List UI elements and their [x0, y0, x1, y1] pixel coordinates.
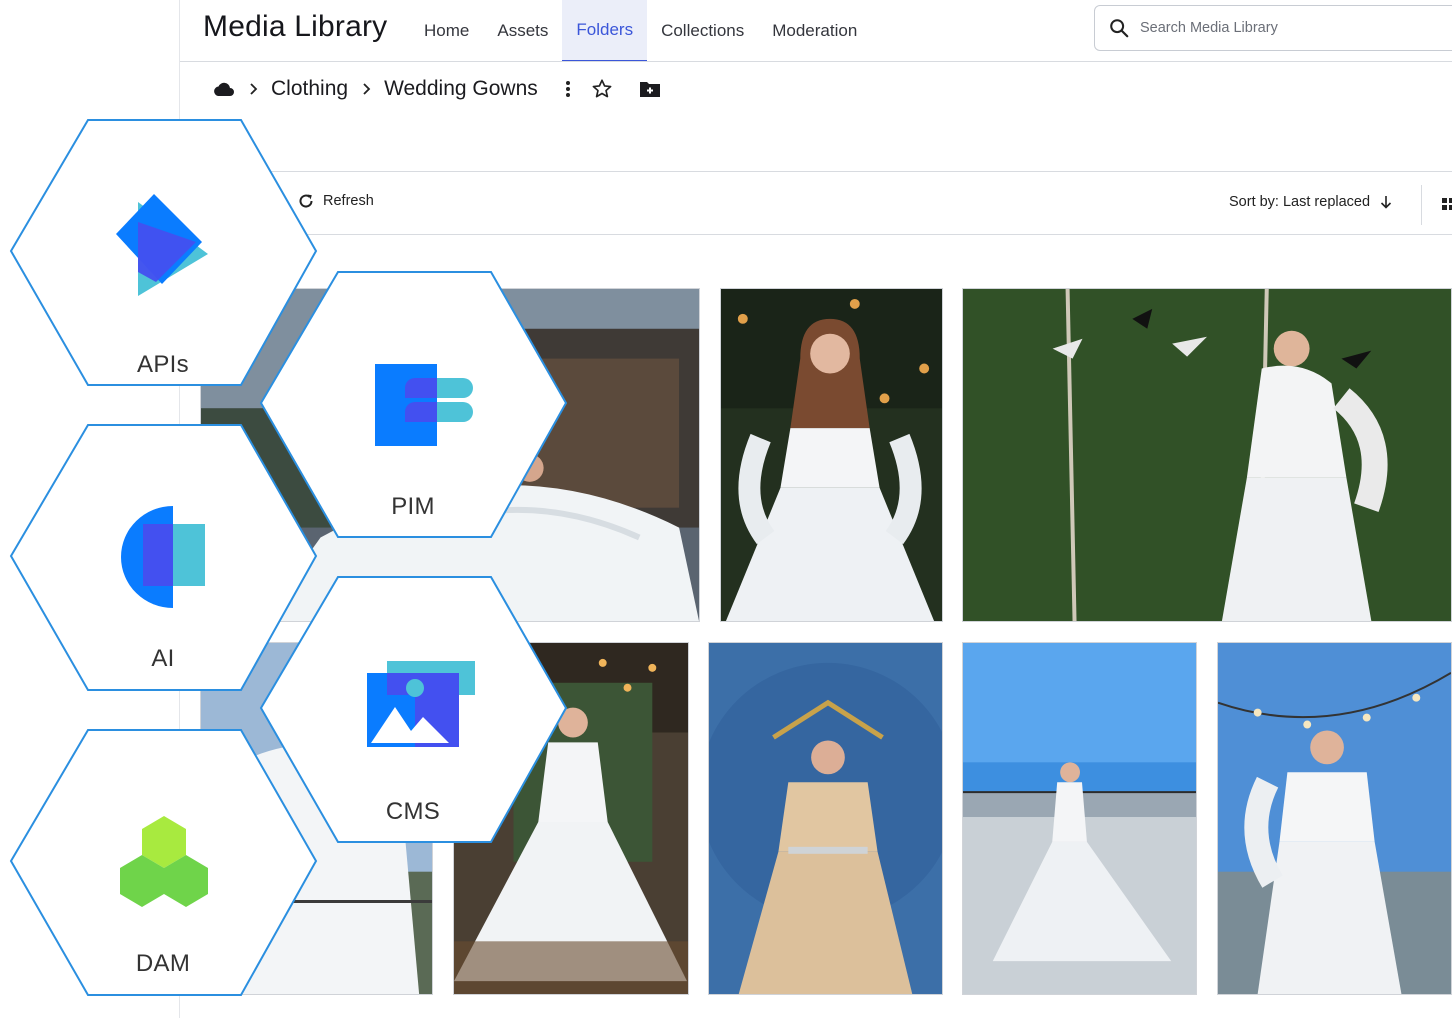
asset-thumbnail[interactable] — [1217, 642, 1452, 995]
tab-home[interactable]: Home — [410, 0, 483, 62]
tab-folders[interactable]: Folders — [562, 0, 648, 62]
asset-image — [721, 289, 942, 621]
header-divider — [180, 61, 1452, 62]
main-nav: Home Assets Folders Collections Moderati… — [410, 0, 871, 62]
cloud-icon[interactable] — [213, 81, 235, 97]
apis-logo-icon — [116, 194, 208, 296]
tab-collections[interactable]: Collections — [647, 0, 758, 62]
arrow-down-icon — [1380, 196, 1392, 209]
new-folder-icon — [639, 82, 660, 97]
breadcrumb-item-wedding-gowns: Wedding Gowns — [384, 77, 538, 100]
breadcrumb: Clothing Wedding Gowns — [213, 74, 672, 104]
pim-logo-icon — [375, 364, 473, 446]
asset-thumbnail[interactable] — [962, 288, 1452, 622]
chevron-right-icon — [250, 83, 258, 95]
asset-image — [709, 643, 942, 994]
toolbar-bottom-divider — [180, 234, 1452, 235]
asset-thumbnail[interactable] — [962, 642, 1197, 995]
asset-image — [963, 289, 1451, 621]
more-options-button[interactable] — [556, 77, 580, 101]
search-box[interactable] — [1094, 5, 1452, 51]
toolbar-top-divider — [180, 171, 1452, 172]
dam-cubes-icon — [120, 816, 208, 907]
sort-dropdown[interactable]: Sort by: Last replaced — [1229, 194, 1392, 210]
breadcrumb-item-clothing[interactable]: Clothing — [271, 77, 348, 101]
search-input[interactable] — [1138, 19, 1442, 37]
breadcrumb-tools — [556, 77, 672, 101]
search-icon — [1110, 19, 1129, 38]
favorite-button[interactable] — [590, 77, 614, 101]
cms-image-icon — [367, 661, 475, 747]
star-icon — [592, 79, 612, 98]
asset-thumbnail[interactable] — [708, 642, 943, 995]
grid-view-icon[interactable] — [1442, 198, 1452, 210]
toolbar-divider — [1421, 185, 1422, 225]
asset-thumbnail[interactable] — [720, 288, 943, 622]
asset-image — [963, 643, 1196, 994]
hex-dam[interactable]: DAM — [8, 728, 318, 998]
tab-assets[interactable]: Assets — [483, 0, 562, 62]
tab-moderation[interactable]: Moderation — [758, 0, 871, 62]
more-vertical-icon — [565, 81, 570, 97]
ai-logo-icon — [121, 506, 205, 608]
refresh-label: Refresh — [323, 193, 374, 209]
new-folder-button[interactable] — [638, 77, 662, 101]
chevron-right-icon — [363, 83, 371, 95]
asset-image — [1218, 643, 1451, 994]
sort-label: Sort by: Last replaced — [1229, 194, 1371, 210]
app-title: Media Library — [203, 10, 388, 43]
hex-label: DAM — [135, 950, 191, 977]
